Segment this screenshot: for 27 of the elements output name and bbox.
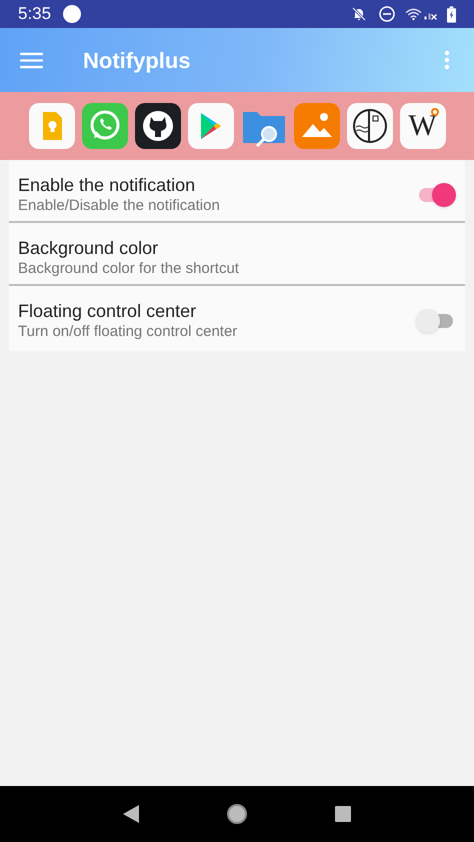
circle-logo-icon[interactable] xyxy=(346,103,392,149)
settings-item[interactable]: Enable the notification Enable/Disable the notification xyxy=(9,160,465,223)
cat-icon[interactable] xyxy=(134,103,180,149)
setting-summary: Background color for the shortcut xyxy=(18,259,240,279)
setting-summary: Turn on/off floating control center xyxy=(18,322,238,342)
settings-item[interactable]: Floating control center Turn on/off floating control center xyxy=(9,286,465,347)
play-icon[interactable] xyxy=(188,103,234,149)
chat-bubble-icon[interactable] xyxy=(82,103,128,149)
setting-summary: Enable/Disable the notification xyxy=(18,196,221,216)
status-time: 5:35 xyxy=(18,3,52,26)
signal-icon xyxy=(424,13,437,20)
mountain-image-icon[interactable] xyxy=(294,103,340,149)
battery-icon xyxy=(447,6,456,22)
setting-title: Floating control center xyxy=(18,300,198,322)
do-not-disturb-icon xyxy=(379,6,395,22)
home-icon[interactable] xyxy=(226,803,248,825)
letter-logo-icon[interactable]: W xyxy=(400,103,446,149)
note-icon[interactable] xyxy=(28,103,74,149)
back-icon[interactable] xyxy=(123,805,140,823)
muted-bell-icon xyxy=(351,6,367,22)
setting-title: Enable the notification xyxy=(18,174,196,196)
app-title: Notifyplus xyxy=(83,46,191,75)
menu-icon[interactable] xyxy=(20,52,43,68)
wifi-icon xyxy=(405,8,422,20)
settings-item[interactable]: Background color Background color for the shortcut xyxy=(9,223,465,286)
recents-icon[interactable] xyxy=(334,806,351,822)
setting-title: Background color xyxy=(18,237,160,259)
